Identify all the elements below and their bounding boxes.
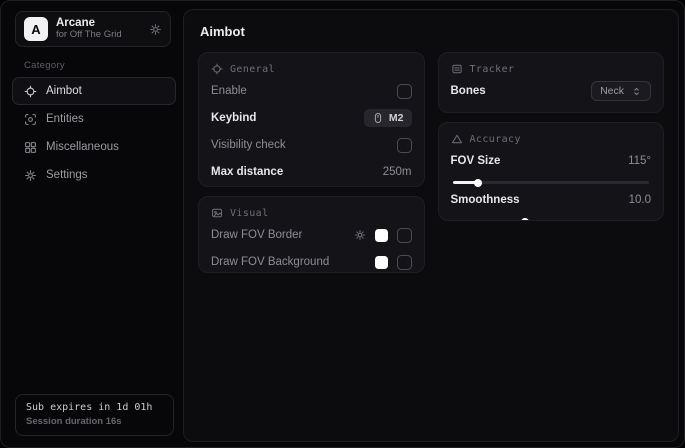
sidebar: A Arcane for Off The Grid Category xyxy=(2,2,180,446)
visibility-check-row: Visibility check xyxy=(211,134,412,156)
chevron-updown-icon xyxy=(631,86,642,97)
fov-border-label: Draw FOV Border xyxy=(211,229,302,241)
fov-background-row: Draw FOV Background xyxy=(211,251,412,273)
sub-expiry-text: Sub expires in 1d 01h xyxy=(26,402,163,413)
gear-icon[interactable] xyxy=(149,23,162,36)
mouse-icon xyxy=(372,112,384,124)
general-card: General Enable Keybind xyxy=(198,52,425,187)
section-title: Visual xyxy=(230,208,269,219)
smoothness-slider[interactable] xyxy=(453,220,650,221)
sidebar-item-label: Miscellaneous xyxy=(46,141,119,153)
tracker-icon xyxy=(451,63,463,75)
bones-selected-value: Neck xyxy=(600,85,624,97)
crosshair-icon xyxy=(24,85,37,98)
slider-thumb[interactable] xyxy=(474,179,482,187)
gear-icon[interactable] xyxy=(354,229,366,241)
slider-thumb[interactable] xyxy=(521,218,529,222)
subscription-card: Sub expires in 1d 01h Session duration 1… xyxy=(15,394,174,436)
smoothness-label: Smoothness xyxy=(451,194,520,206)
category-label: Category xyxy=(24,60,180,71)
sidebar-item-settings[interactable]: Settings xyxy=(12,161,176,189)
main-panel: Aimbot General Enable xyxy=(183,9,679,442)
section-title: General xyxy=(230,64,275,75)
sidebar-item-aimbot[interactable]: Aimbot xyxy=(12,77,176,105)
accuracy-card-header: Accuracy xyxy=(451,133,652,145)
fov-border-row: Draw FOV Border xyxy=(211,224,412,246)
fov-size-row: FOV Size 115° xyxy=(451,150,652,172)
smoothness-row: Smoothness 10.0 xyxy=(451,189,652,211)
grid-icon xyxy=(24,141,37,154)
bones-select[interactable]: Neck xyxy=(591,81,651,101)
color-swatch[interactable] xyxy=(375,229,388,242)
crosshair-icon xyxy=(211,63,223,75)
app-logo: A xyxy=(24,17,48,41)
triangle-icon xyxy=(451,133,463,145)
enable-label: Enable xyxy=(211,85,247,97)
fov-size-slider[interactable] xyxy=(453,181,650,184)
fov-background-label: Draw FOV Background xyxy=(211,256,329,268)
keybind-button[interactable]: M2 xyxy=(364,109,412,127)
fov-size-value: 115° xyxy=(628,155,651,167)
sidebar-item-entities[interactable]: Entities xyxy=(12,105,176,133)
max-distance-value: 250m xyxy=(383,166,412,178)
app-header-card: A Arcane for Off The Grid xyxy=(15,11,171,47)
visibility-check-label: Visibility check xyxy=(211,139,286,151)
keybind-label: Keybind xyxy=(211,112,256,124)
color-swatch[interactable] xyxy=(375,256,388,269)
sidebar-item-label: Settings xyxy=(46,169,88,181)
tracker-card-header: Tracker xyxy=(451,63,652,75)
sidebar-item-label: Entities xyxy=(46,113,84,125)
keybind-row: Keybind M2 xyxy=(211,107,412,129)
left-column: General Enable Keybind xyxy=(198,52,425,273)
general-card-header: General xyxy=(211,63,412,75)
section-title: Accuracy xyxy=(470,134,521,145)
app-subtitle: for Off The Grid xyxy=(56,30,141,41)
right-column: Tracker Bones Neck xyxy=(438,52,665,273)
cards-grid: General Enable Keybind xyxy=(198,52,664,273)
enable-row: Enable xyxy=(211,80,412,102)
app-window: A Arcane for Off The Grid Category xyxy=(0,0,685,448)
enable-checkbox[interactable] xyxy=(397,84,412,99)
section-title: Tracker xyxy=(470,64,515,75)
visual-card: Visual Draw FOV Border xyxy=(198,196,425,273)
fov-size-label: FOV Size xyxy=(451,155,501,167)
bones-label: Bones xyxy=(451,85,486,97)
keybind-value: M2 xyxy=(389,112,404,124)
scan-icon xyxy=(24,113,37,126)
image-icon xyxy=(211,207,223,219)
fov-border-checkbox[interactable] xyxy=(397,228,412,243)
bones-row: Bones Neck xyxy=(451,80,652,102)
sidebar-item-label: Aimbot xyxy=(46,85,82,97)
tracker-card: Tracker Bones Neck xyxy=(438,52,665,113)
gear-icon xyxy=(24,169,37,182)
visual-card-header: Visual xyxy=(211,207,412,219)
smoothness-value: 10.0 xyxy=(629,194,651,206)
fov-background-checkbox[interactable] xyxy=(397,255,412,270)
max-distance-label: Max distance xyxy=(211,166,283,178)
sidebar-nav: Aimbot Entities Miscella xyxy=(15,77,180,189)
app-title-block: Arcane for Off The Grid xyxy=(56,17,141,41)
max-distance-row: Max distance 250m xyxy=(211,161,412,183)
session-duration-text: Session duration 16s xyxy=(26,416,163,427)
sidebar-item-miscellaneous[interactable]: Miscellaneous xyxy=(12,133,176,161)
page-title: Aimbot xyxy=(200,24,664,39)
app-logo-letter: A xyxy=(31,22,40,37)
accuracy-card: Accuracy FOV Size 115° Smoothness 10.0 xyxy=(438,122,665,221)
visibility-check-checkbox[interactable] xyxy=(397,138,412,153)
